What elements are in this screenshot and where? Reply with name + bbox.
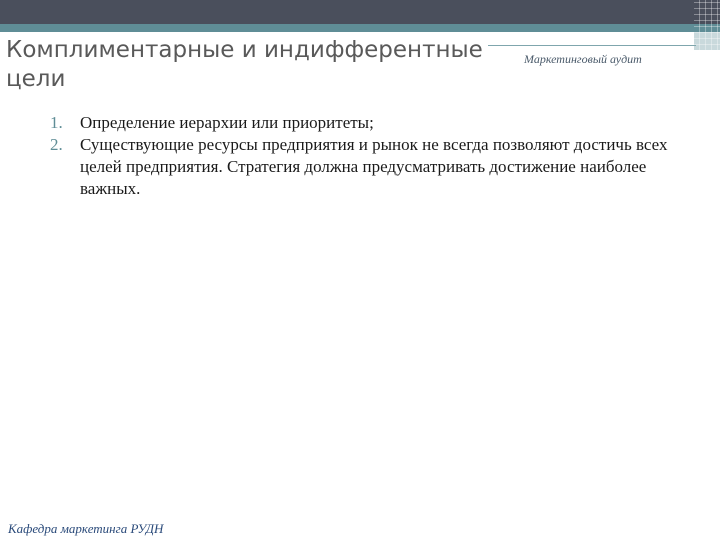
- top-decor-bar: [0, 0, 720, 24]
- accent-strip: [0, 24, 720, 32]
- list-item-text: Существующие ресурсы предприятия и рынок…: [80, 135, 668, 198]
- list-item-text: Определение иерархии или приоритеты;: [80, 113, 374, 132]
- content-list: 1. Определение иерархии или приоритеты; …: [44, 112, 684, 200]
- list-item-number: 2.: [50, 135, 63, 154]
- list-item-number: 1.: [50, 113, 63, 132]
- decorative-grid: [694, 0, 720, 50]
- footer-caption: Кафедра маркетинга РУДН: [8, 521, 164, 536]
- header-accent-line: [488, 45, 696, 46]
- list-item: 1. Определение иерархии или приоритеты;: [44, 112, 684, 134]
- list-item: 2. Существующие ресурсы предприятия и ры…: [44, 134, 684, 200]
- slide-title: Комплиментарные и индифферентные цели: [6, 37, 483, 92]
- header-caption: Маркетинговый аудит: [524, 52, 642, 66]
